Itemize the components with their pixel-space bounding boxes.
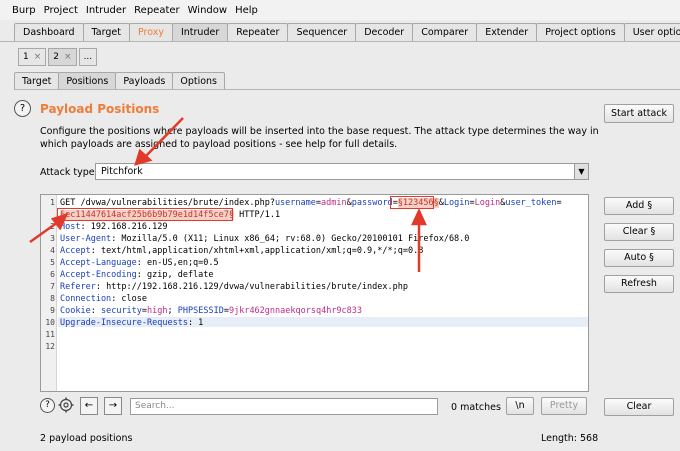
annotation-arrows xyxy=(29,117,427,272)
arrow-token xyxy=(29,220,59,244)
arrow-head xyxy=(50,212,69,231)
arrow-attack-type xyxy=(143,117,184,159)
arrow-head xyxy=(411,208,427,226)
